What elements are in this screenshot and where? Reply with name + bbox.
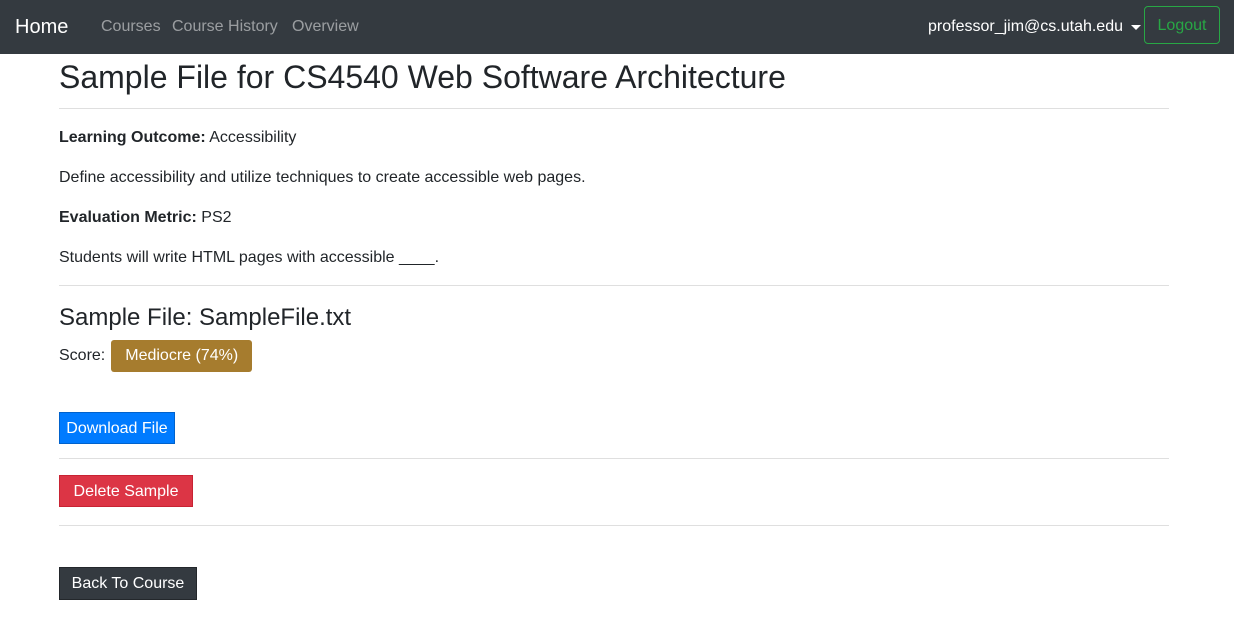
evaluation-metric-label: Evaluation Metric: [59,209,197,226]
learning-outcome-label: Learning Outcome: [59,129,206,146]
score-row: Score: Mediocre (74%) [59,340,253,372]
score-label: Score: [59,347,106,364]
home-link[interactable]: Home [15,14,68,40]
score-badge: Mediocre (74%) [111,340,253,372]
logout-button[interactable]: Logout [1144,6,1220,44]
nav-link-course-history[interactable]: Course History [172,16,278,38]
divider [59,525,1169,526]
page-title: Sample File for CS4540 Web Software Arch… [59,59,786,95]
evaluation-metric: Evaluation Metric: PS2 [59,207,232,229]
top-navbar: Home Courses Course History Overview pro… [0,0,1234,54]
sample-file-heading: Sample File: SampleFile.txt [59,304,352,331]
divider [59,285,1169,286]
evaluation-metric-description: Students will write HTML pages with acce… [59,249,440,266]
back-to-course-button[interactable]: Back To Course [59,567,197,600]
divider [59,108,1169,109]
download-file-button[interactable]: Download File [59,412,175,444]
delete-sample-button[interactable]: Delete Sample [59,475,193,507]
learning-outcome-value: Accessibility [209,129,297,146]
evaluation-metric-value: PS2 [201,209,232,226]
nav-link-courses[interactable]: Courses [101,16,161,38]
divider [59,458,1169,459]
learning-outcome-description: Define accessibility and utilize techniq… [59,169,586,186]
nav-link-overview[interactable]: Overview [292,16,359,38]
caret-down-icon [1131,24,1141,30]
user-email: professor_jim@cs.utah.edu [928,18,1123,35]
learning-outcome: Learning Outcome: Accessibility [59,127,296,149]
user-dropdown[interactable]: professor_jim@cs.utah.edu [928,16,1141,38]
